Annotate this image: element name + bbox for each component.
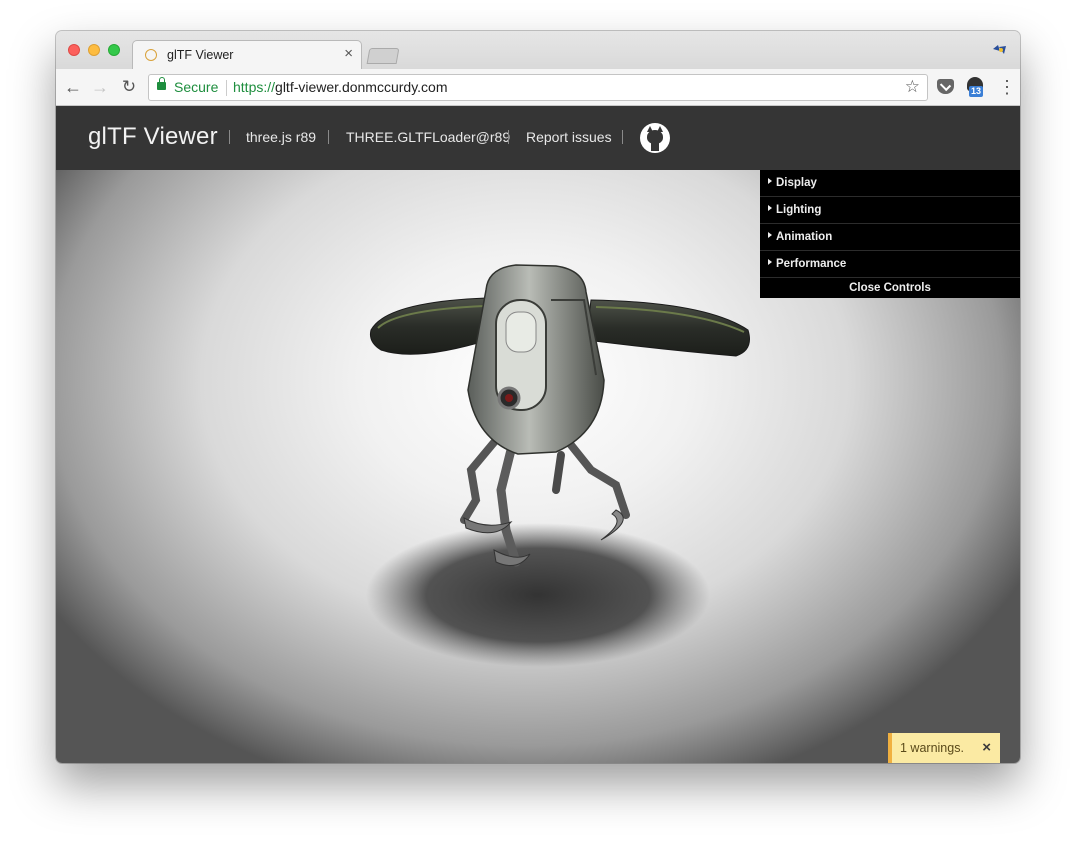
controls-folder-display[interactable]: Display <box>760 170 1020 197</box>
lock-icon <box>157 77 166 90</box>
controls-folder-lighting[interactable]: Lighting <box>760 197 1020 224</box>
header-divider <box>508 130 509 144</box>
url-scheme: https:// <box>233 79 276 95</box>
minimize-window-button[interactable] <box>88 44 100 56</box>
report-issues-link[interactable]: Report issues <box>526 129 612 145</box>
folder-label: Performance <box>776 258 847 270</box>
header-divider <box>229 130 230 144</box>
close-window-button[interactable] <box>68 44 80 56</box>
app-header: glTF Viewer three.js r89 THREE.GLTFLoade… <box>56 106 1020 170</box>
tab-close-icon[interactable]: × <box>344 46 353 62</box>
extension-badge-count: 13 <box>969 86 984 97</box>
expand-triangle-icon <box>768 178 772 184</box>
menu-dots-icon[interactable]: ⋮ <box>998 76 1016 98</box>
expand-triangle-icon <box>768 232 772 238</box>
back-arrow-icon[interactable]: ← <box>62 76 84 98</box>
browser-toolbar: ← → ↻ Secure https://gltf-viewer.donmccu… <box>56 69 1020 106</box>
close-controls-button[interactable]: Close Controls <box>760 278 1020 298</box>
bookmark-star-icon[interactable]: ☆ <box>905 77 920 97</box>
tab-title: glTF Viewer <box>167 48 234 62</box>
controls-panel: Display Lighting Animation Performance C… <box>760 170 1020 298</box>
app-brand[interactable]: glTF Viewer <box>88 123 218 151</box>
github-icon[interactable] <box>640 123 670 153</box>
profile-icon[interactable] <box>992 43 1008 57</box>
controls-folder-performance[interactable]: Performance <box>760 251 1020 278</box>
zoom-window-button[interactable] <box>108 44 120 56</box>
tab-strip: glTF Viewer × <box>56 31 1020 69</box>
folder-label: Lighting <box>776 204 822 216</box>
extension-icon[interactable]: 13 <box>966 77 986 97</box>
favicon-icon <box>145 49 157 61</box>
omnibox-divider <box>226 80 227 96</box>
warning-toast: 1 warnings. × <box>888 733 1000 763</box>
url-text[interactable]: https://gltf-viewer.donmccurdy.com <box>233 79 448 95</box>
forward-arrow-icon[interactable]: → <box>89 76 111 98</box>
address-bar[interactable]: Secure https://gltf-viewer.donmccurdy.co… <box>148 74 928 101</box>
expand-triangle-icon <box>768 205 772 211</box>
reload-icon[interactable]: ↻ <box>118 76 140 98</box>
new-tab-button[interactable] <box>366 48 400 64</box>
browser-window: glTF Viewer × ← → ↻ Secure https://gltf-… <box>56 31 1020 763</box>
pocket-icon[interactable] <box>937 79 954 94</box>
tab-gltf-viewer[interactable]: glTF Viewer × <box>132 40 362 69</box>
folder-label: Animation <box>776 231 833 243</box>
toast-close-icon[interactable]: × <box>982 739 991 756</box>
header-divider <box>622 130 623 144</box>
controls-folder-animation[interactable]: Animation <box>760 224 1020 251</box>
header-divider <box>328 130 329 144</box>
folder-label: Display <box>776 177 817 189</box>
expand-triangle-icon <box>768 259 772 265</box>
threejs-version-link[interactable]: three.js r89 <box>246 129 316 145</box>
url-host: gltf-viewer.donmccurdy.com <box>275 79 448 95</box>
secure-label: Secure <box>174 79 219 95</box>
gltfloader-version-link[interactable]: THREE.GLTFLoader@r89 <box>346 129 510 145</box>
warning-message[interactable]: 1 warnings. <box>900 741 964 755</box>
